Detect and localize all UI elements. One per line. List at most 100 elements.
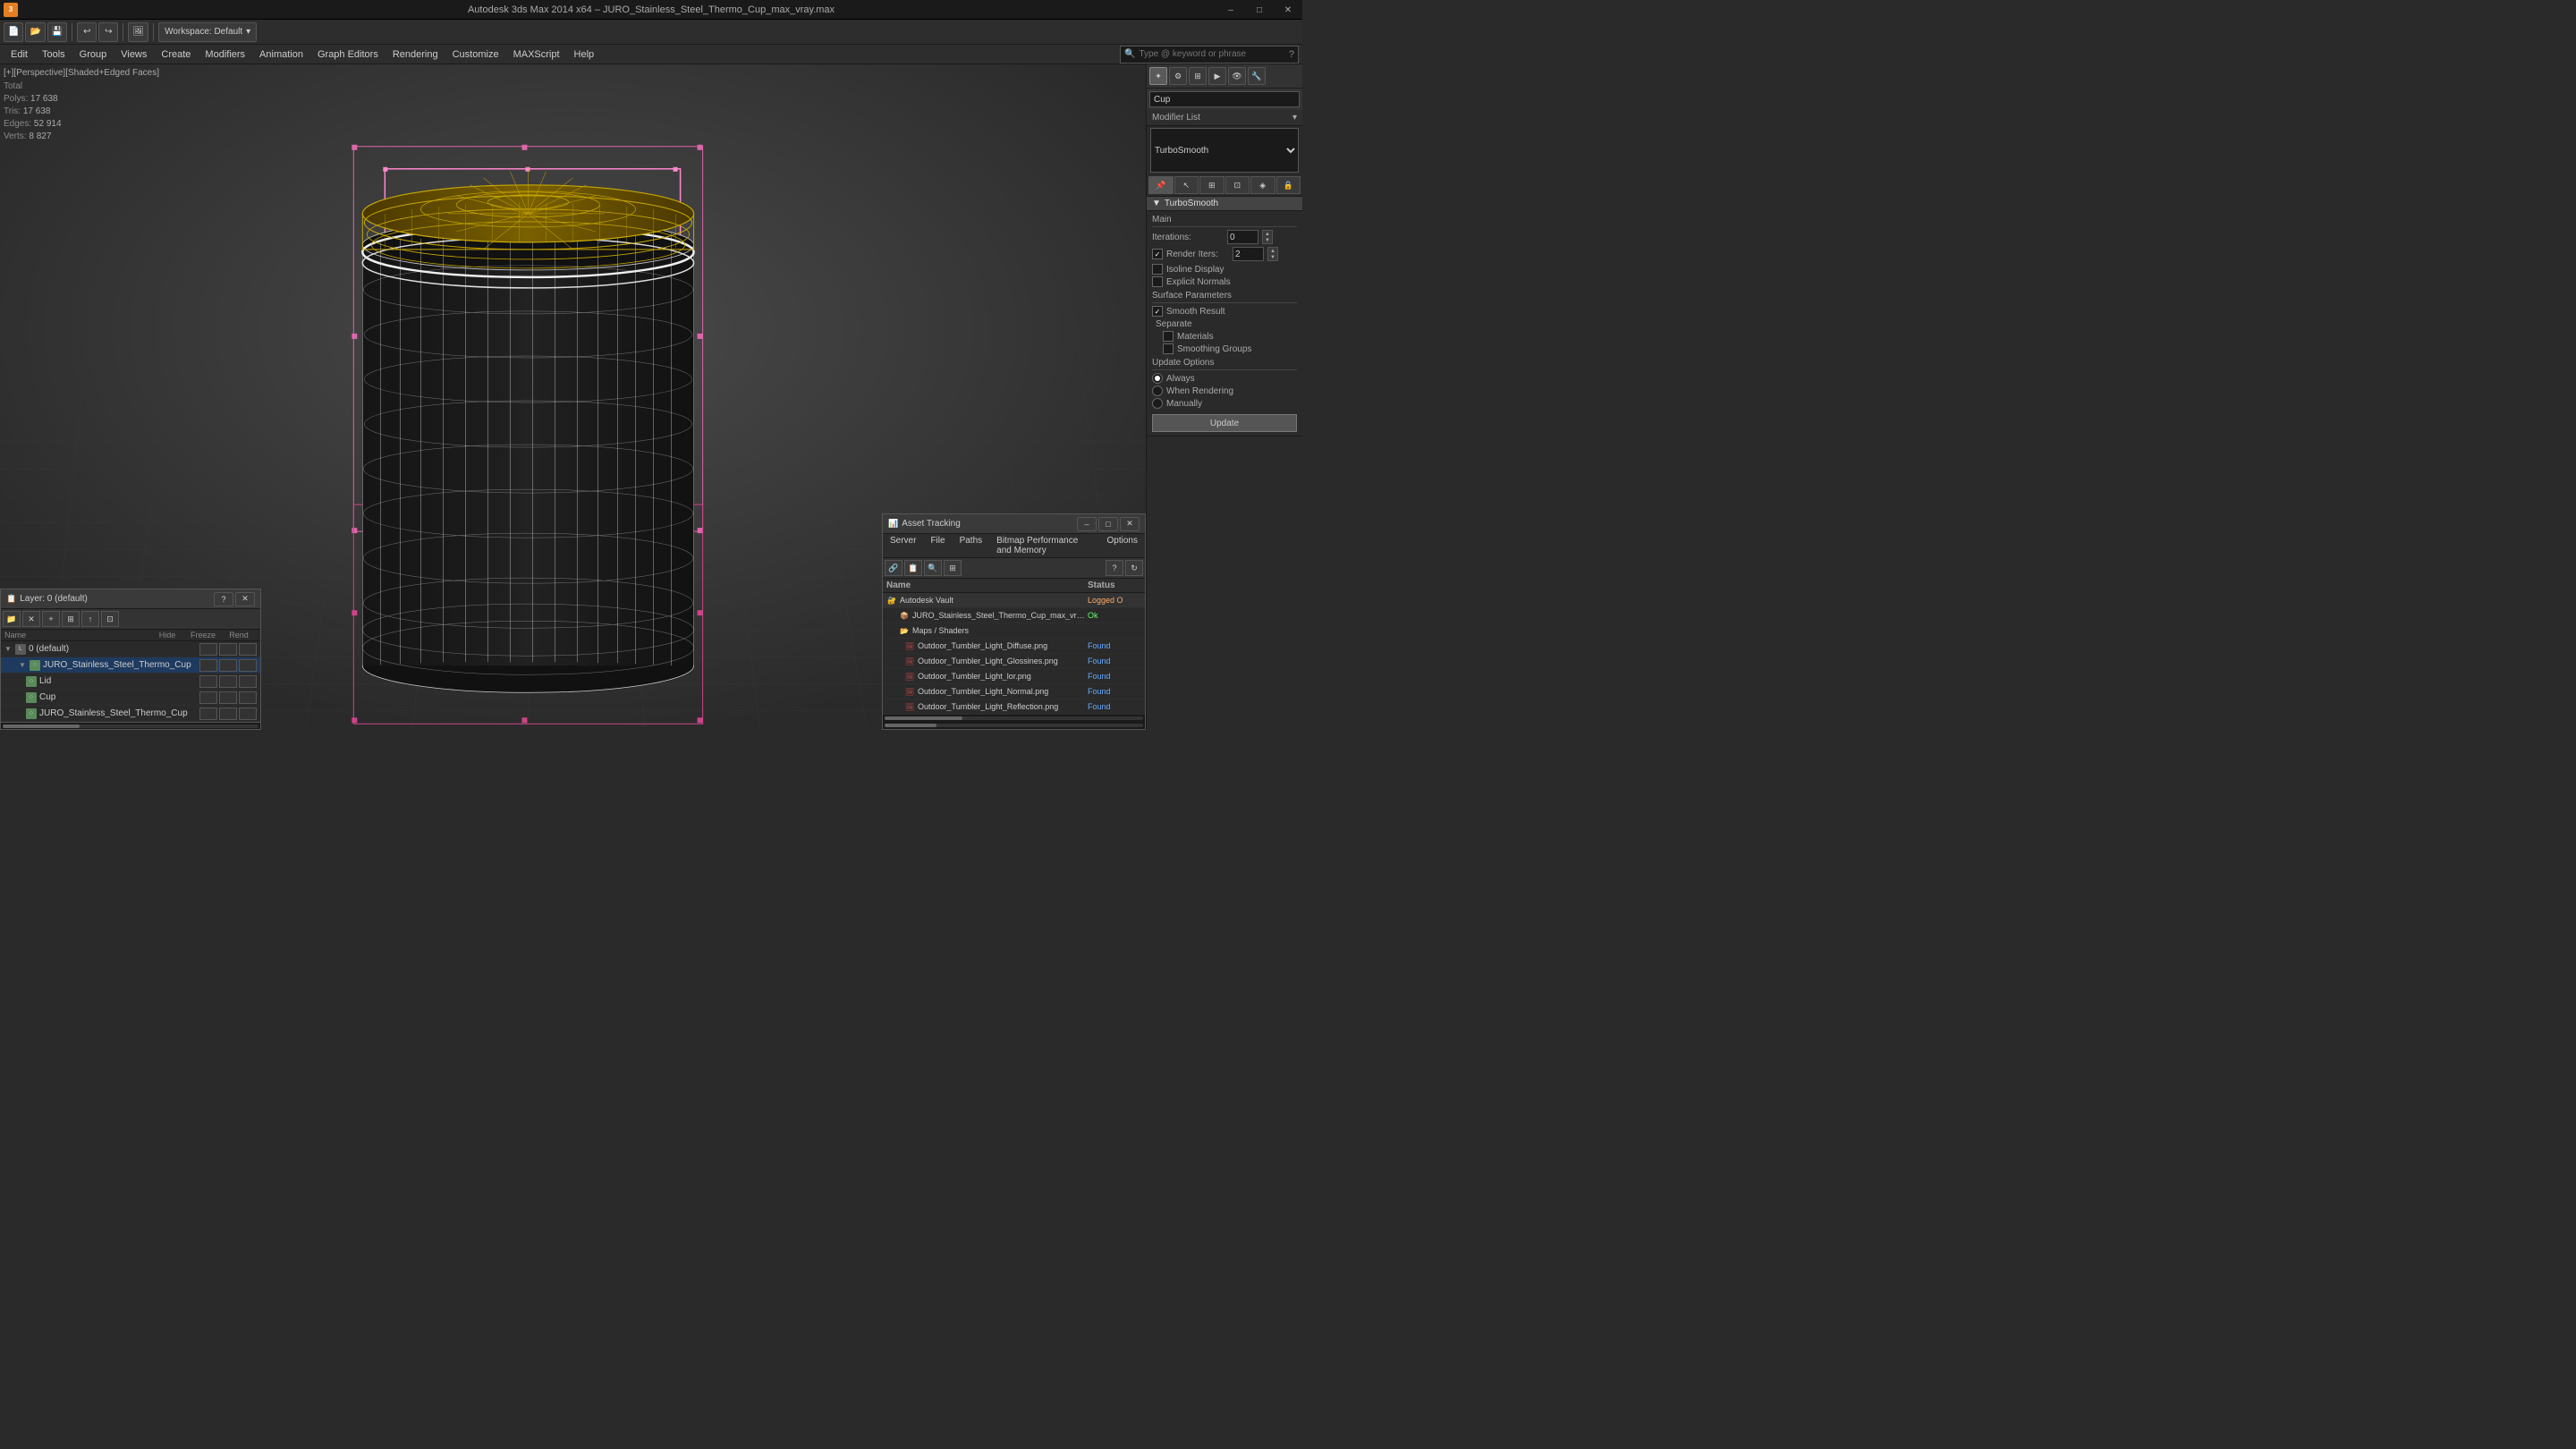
layer-expand-2[interactable]: ▼ xyxy=(19,661,30,669)
search-bar[interactable]: 🔍 ? xyxy=(1120,46,1299,64)
mod-tab-cursor[interactable]: ↖ xyxy=(1174,176,1199,194)
render-spinner-up[interactable]: ▲ xyxy=(1268,248,1277,254)
asset-row-vault[interactable]: 🔐 Autodesk Vault Logged O xyxy=(883,593,1145,608)
asset-menu-options[interactable]: Options xyxy=(1100,534,1145,557)
asset-bottom-thumb[interactable] xyxy=(885,724,936,727)
smoothing-groups-checkbox[interactable] xyxy=(1163,343,1174,354)
redo-button[interactable]: ↪ xyxy=(98,22,118,42)
menu-views[interactable]: Views xyxy=(114,47,154,62)
asset-minimize-button[interactable]: – xyxy=(1077,517,1097,531)
scroll-track[interactable] xyxy=(3,724,258,728)
cup-freeze[interactable] xyxy=(219,691,237,704)
asset-scroll-thumb[interactable] xyxy=(885,716,962,720)
juro2-rend[interactable] xyxy=(239,708,257,720)
mod-tab-4[interactable]: ⊡ xyxy=(1225,176,1250,194)
turbosmooth-header[interactable]: ▼ TurboSmooth xyxy=(1147,197,1302,211)
lid-rend[interactable] xyxy=(239,675,257,688)
mod-tab-pin[interactable]: 📌 xyxy=(1148,176,1174,194)
render-iters-checkbox[interactable]: ✓ xyxy=(1152,249,1163,259)
explicit-checkbox[interactable] xyxy=(1152,276,1163,287)
layers-help-button[interactable]: ? xyxy=(214,592,233,606)
asset-menu-server[interactable]: Server xyxy=(883,534,923,557)
layers-scrollbar[interactable] xyxy=(1,722,260,729)
menu-create[interactable]: Create xyxy=(154,47,198,62)
object-name-field[interactable] xyxy=(1147,89,1302,110)
layers-new-button[interactable]: 📁 xyxy=(3,611,21,627)
layer-row-thermo[interactable]: ▼ ○ JURO_Stainless_Steel_Thermo_Cup xyxy=(1,657,260,674)
asset-row-normal[interactable]: 🖼 Outdoor_Tumbler_Light_Normal.png Found xyxy=(883,684,1145,699)
workspace-dropdown[interactable]: Workspace: Default ▾ xyxy=(158,22,257,42)
layers-close-button[interactable]: ✕ xyxy=(235,592,255,606)
menu-graph-editors[interactable]: Graph Editors xyxy=(310,47,386,62)
when-rendering-radio[interactable] xyxy=(1152,386,1163,396)
menu-animation[interactable]: Animation xyxy=(252,47,310,62)
layers-add-button[interactable]: + xyxy=(42,611,60,627)
asset-tb-3[interactable]: 🔍 xyxy=(924,560,942,576)
asset-close-button[interactable]: ✕ xyxy=(1120,517,1140,531)
asset-row-glossines[interactable]: 🖼 Outdoor_Tumbler_Light_Glossines.png Fo… xyxy=(883,654,1145,669)
mod-tab-3[interactable]: ⊞ xyxy=(1199,176,1224,194)
asset-tb-refresh[interactable]: ↻ xyxy=(1125,560,1143,576)
menu-tools[interactable]: Tools xyxy=(35,47,72,62)
layers-move-button[interactable]: ↑ xyxy=(81,611,99,627)
iterations-input[interactable] xyxy=(1227,230,1258,244)
manually-radio[interactable] xyxy=(1152,398,1163,409)
layers-merge-button[interactable]: ⊡ xyxy=(101,611,119,627)
minimize-button[interactable]: – xyxy=(1216,0,1245,20)
spinner-down[interactable]: ▼ xyxy=(1263,237,1272,243)
update-button[interactable]: Update xyxy=(1152,414,1297,432)
asset-tb-1[interactable]: 🔗 xyxy=(885,560,902,576)
smooth-result-checkbox[interactable]: ✓ xyxy=(1152,306,1163,317)
asset-menu-bitmap[interactable]: Bitmap Performance and Memory xyxy=(989,534,1099,557)
panel-hierarchy-icon[interactable]: ⊞ xyxy=(1189,67,1207,85)
menu-modifiers[interactable]: Modifiers xyxy=(198,47,252,62)
juro2-freeze[interactable] xyxy=(219,708,237,720)
layer-hide-toggle[interactable] xyxy=(199,643,217,656)
menu-rendering[interactable]: Rendering xyxy=(386,47,445,62)
asset-tb-help[interactable]: ? xyxy=(1106,560,1123,576)
new-file-button[interactable]: 📄 xyxy=(4,22,23,42)
menu-customize[interactable]: Customize xyxy=(445,47,506,62)
mod-tab-5[interactable]: ◈ xyxy=(1250,176,1275,194)
open-file-button[interactable]: 📂 xyxy=(25,22,45,42)
layer-row-default[interactable]: ▼ L 0 (default) xyxy=(1,641,260,657)
asset-row-reflection[interactable]: 🖼 Outdoor_Tumbler_Light_Reflection.png F… xyxy=(883,699,1145,715)
undo-button[interactable]: ↩ xyxy=(77,22,97,42)
layer-row-juro2[interactable]: ○ JURO_Stainless_Steel_Thermo_Cup xyxy=(1,706,260,722)
asset-row-diffuse[interactable]: 🖼 Outdoor_Tumbler_Light_Diffuse.png Foun… xyxy=(883,639,1145,654)
asset-row-maps[interactable]: 📂 Maps / Shaders xyxy=(883,623,1145,639)
thermo-rend[interactable] xyxy=(239,659,257,672)
asset-restore-button[interactable]: □ xyxy=(1098,517,1118,531)
panel-create-icon[interactable]: ✦ xyxy=(1149,67,1167,85)
asset-scrollbar[interactable] xyxy=(883,715,1145,722)
spinner-up[interactable]: ▲ xyxy=(1263,231,1272,237)
layers-delete-button[interactable]: ✕ xyxy=(22,611,40,627)
panel-utilities-icon[interactable]: 🔧 xyxy=(1248,67,1266,85)
render-iters-spinner[interactable]: ▲ ▼ xyxy=(1267,247,1278,261)
asset-row-lor[interactable]: 🖼 Outdoor_Tumbler_Light_lor.png Found xyxy=(883,669,1145,684)
always-radio[interactable] xyxy=(1152,373,1163,384)
save-file-button[interactable]: 💾 xyxy=(47,22,67,42)
panel-modify-icon[interactable]: ⚙ xyxy=(1169,67,1187,85)
thermo-hide[interactable] xyxy=(199,659,217,672)
panel-motion-icon[interactable]: ▶ xyxy=(1208,67,1226,85)
asset-scroll-track[interactable] xyxy=(885,716,1143,720)
layer-row-cup[interactable]: ○ Cup xyxy=(1,690,260,706)
materials-checkbox[interactable] xyxy=(1163,331,1174,342)
layer-expand-icon[interactable]: ▼ xyxy=(4,645,15,653)
asset-bottom-scrollbar[interactable] xyxy=(883,722,1145,729)
search-input[interactable] xyxy=(1139,49,1284,59)
asset-bottom-track[interactable] xyxy=(885,724,1143,727)
render-iters-input[interactable] xyxy=(1233,247,1264,261)
asset-menu-paths[interactable]: Paths xyxy=(953,534,990,557)
iterations-spinner[interactable]: ▲ ▼ xyxy=(1262,230,1273,244)
layer-freeze-toggle[interactable] xyxy=(219,643,237,656)
lid-freeze[interactable] xyxy=(219,675,237,688)
layer-rend-toggle[interactable] xyxy=(239,643,257,656)
panel-display-icon[interactable]: 👁 xyxy=(1228,67,1246,85)
maximize-button[interactable]: □ xyxy=(1245,0,1274,20)
menu-help[interactable]: Help xyxy=(567,47,602,62)
thermo-freeze[interactable] xyxy=(219,659,237,672)
scroll-thumb[interactable] xyxy=(3,724,80,728)
menu-group[interactable]: Group xyxy=(72,47,114,62)
